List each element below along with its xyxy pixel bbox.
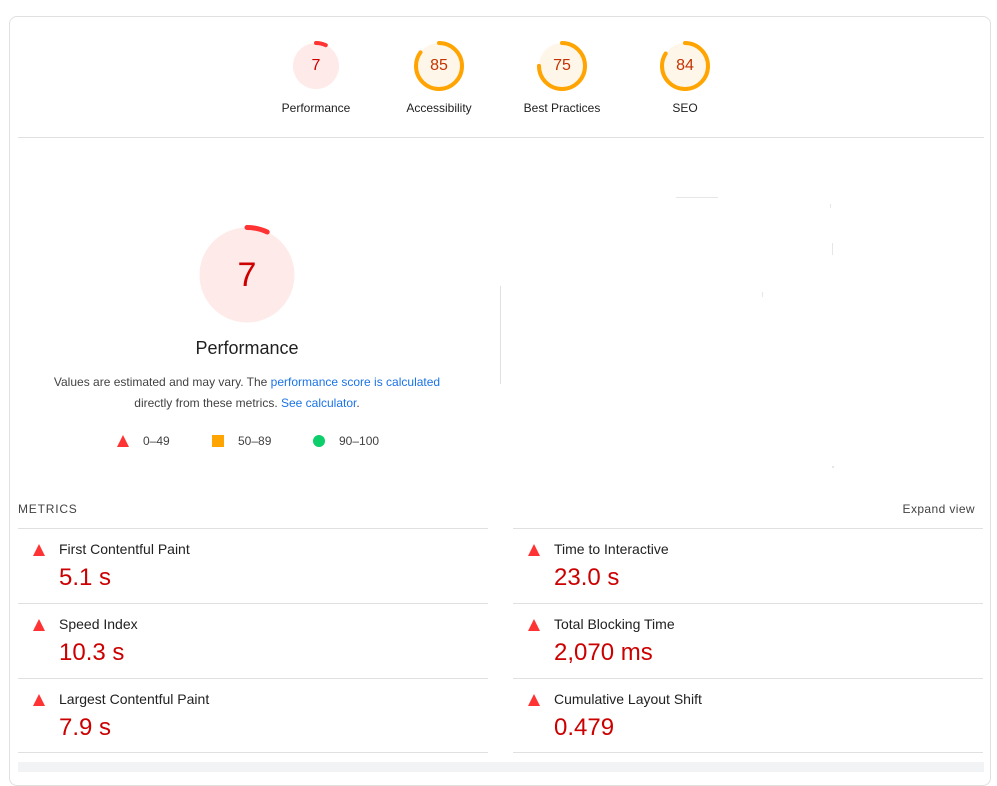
legend-range: 50–89	[238, 434, 272, 448]
triangle-icon	[528, 619, 540, 631]
desc-text: directly from these metrics.	[134, 396, 281, 410]
metric-title: Total Blocking Time	[554, 616, 675, 632]
gauge-performance[interactable]: 7 Performance	[256, 40, 376, 115]
category-gauges: 7 Performance 85 Accessibility 75 Best P…	[0, 0, 997, 140]
triangle-icon	[117, 435, 129, 447]
score-legend: 0–49 50–89 90–100	[0, 432, 494, 450]
metric-title: Speed Index	[59, 616, 138, 632]
triangle-icon	[528, 544, 540, 556]
next-section-bar	[18, 762, 984, 772]
gauge-best-practices[interactable]: 75 Best Practices	[502, 40, 622, 115]
circle-icon	[313, 435, 325, 447]
desc-text: Values are estimated and may vary. The	[53, 375, 271, 389]
gauge-accessibility[interactable]: 85 Accessibility	[379, 40, 499, 115]
divider	[18, 137, 984, 138]
gauge-label: Best Practices	[523, 101, 601, 115]
metric-value: 23.0 s	[554, 564, 620, 591]
metric-value: 7.9 s	[59, 714, 112, 741]
triangle-icon	[33, 544, 45, 556]
triangle-icon	[33, 619, 45, 631]
triangle-icon	[33, 694, 45, 706]
metric-value: 2,070 ms	[554, 639, 653, 666]
metric-total-blocking-time: Total Blocking Time 2,070 ms	[513, 603, 983, 678]
performance-score-link[interactable]: performance score is calculated	[271, 375, 440, 389]
metric-time-to-interactive: Time to Interactive 23.0 s	[513, 528, 983, 603]
gauge-label: SEO	[672, 101, 698, 115]
metric-largest-contentful-paint: Largest Contentful Paint 7.9 s	[18, 678, 488, 753]
metric-value: 0.479	[554, 714, 615, 741]
metric-value: 10.3 s	[59, 639, 125, 666]
metric-speed-index: Speed Index 10.3 s	[18, 603, 488, 678]
triangle-icon	[528, 694, 540, 706]
performance-description: Values are estimated and may vary. The p…	[30, 372, 464, 414]
metric-title: First Contentful Paint	[59, 541, 190, 557]
metric-title: Cumulative Layout Shift	[554, 691, 702, 707]
gauge-label: Performance	[281, 101, 351, 115]
square-icon	[212, 435, 224, 447]
metric-first-contentful-paint: First Contentful Paint 5.1 s	[18, 528, 488, 603]
gauge-score: 75	[553, 57, 571, 74]
see-calculator-link[interactable]: See calculator	[281, 396, 356, 410]
metric-value: 5.1 s	[59, 564, 112, 591]
performance-title: Performance	[195, 338, 299, 358]
metrics-header: METRICS	[18, 502, 78, 516]
gauge-score: 7	[311, 57, 321, 74]
performance-big-score: 7	[237, 256, 257, 294]
metric-title: Time to Interactive	[554, 541, 669, 557]
gauge-score: 84	[676, 57, 694, 74]
gauge-score: 85	[430, 57, 448, 74]
divider	[500, 286, 501, 384]
legend-range: 90–100	[339, 434, 380, 448]
gauge-label: Accessibility	[406, 101, 472, 115]
legend-range: 0–49	[143, 434, 170, 448]
metric-title: Largest Contentful Paint	[59, 691, 210, 707]
metric-cumulative-layout-shift: Cumulative Layout Shift 0.479	[513, 678, 983, 753]
expand-view-button[interactable]: Expand view	[903, 502, 975, 516]
desc-text: .	[356, 396, 360, 410]
gauge-seo[interactable]: 84 SEO	[625, 40, 745, 115]
